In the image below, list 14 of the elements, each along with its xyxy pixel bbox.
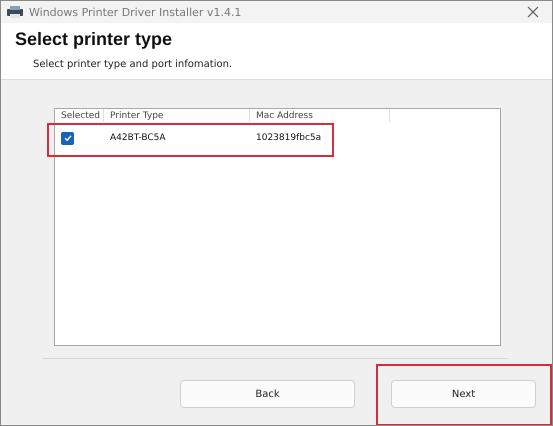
window-title: Windows Printer Driver Installer v1.4.1 [29, 6, 242, 18]
table-cell-text: A42BT-BC5A [109, 133, 167, 143]
page-title: Select printer type [15, 29, 174, 50]
back-button[interactable]: Back [180, 380, 355, 408]
checkbox[interactable] [61, 132, 74, 144]
column-header[interactable]: Selected [55, 109, 104, 122]
checkmark-icon [62, 133, 72, 143]
close-icon[interactable] [527, 6, 539, 18]
page-subtitle: Select printer type and port infomation. [33, 59, 234, 70]
next-button[interactable]: Next [391, 380, 536, 408]
column-header[interactable]: Mac Address [250, 109, 390, 122]
column-header[interactable]: Printer Type [104, 109, 250, 122]
table-cell-text: 1023819fbc5a [255, 133, 322, 143]
printer-icon [6, 5, 24, 19]
